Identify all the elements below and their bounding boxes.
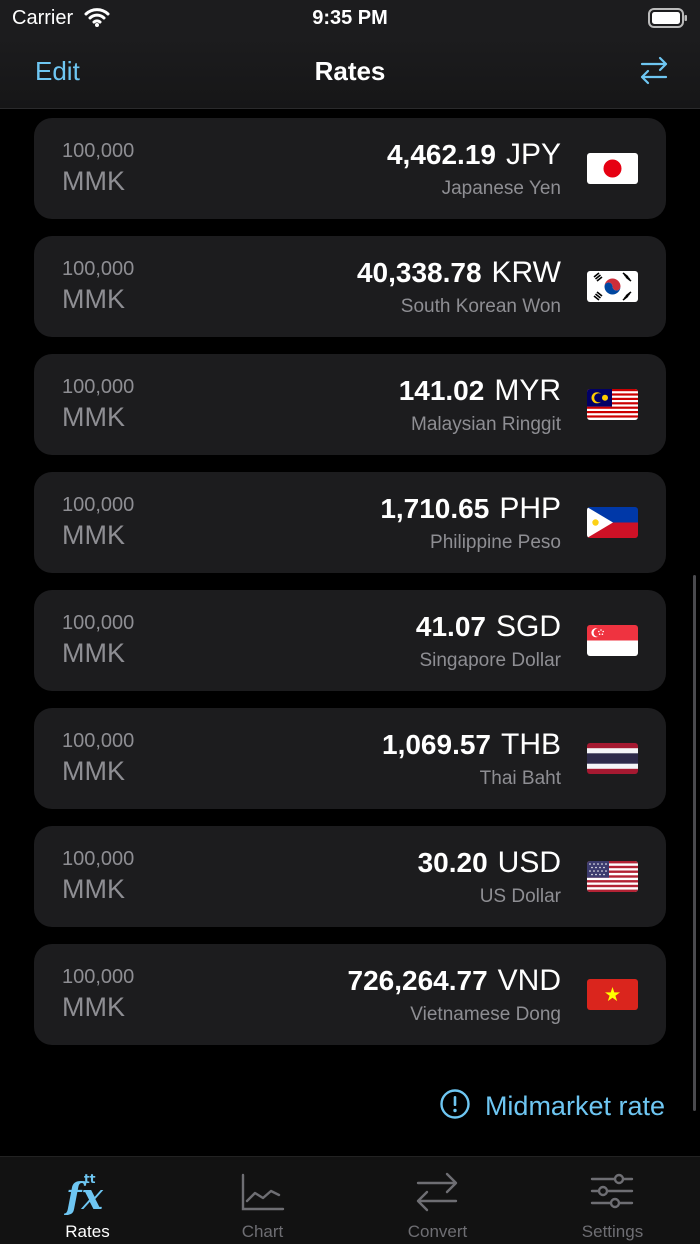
rate-main: 726,264.77 VND: [348, 964, 561, 998]
base-currency-code: MMK: [62, 402, 125, 432]
rate-main: 1,069.57 THB: [382, 728, 561, 762]
rate-currency-name: Japanese Yen: [441, 178, 561, 199]
rate-value: 1,710.65: [380, 493, 490, 524]
convert-arrows-icon: [412, 1169, 462, 1215]
tab-label: Settings: [581, 1222, 644, 1241]
base-currency-code: MMK: [62, 166, 125, 196]
base-amount: 100,000: [62, 730, 135, 752]
malaysia-flag-icon: [587, 389, 638, 420]
base-amount: 100,000: [62, 966, 135, 988]
base-currency-code: MMK: [62, 284, 125, 314]
tab-label: Rates: [65, 1222, 110, 1241]
rate-main: 30.20 USD: [418, 846, 561, 880]
rate-currency-code: THB: [501, 728, 561, 761]
rate-main: 4,462.19 JPY: [387, 138, 561, 172]
rates-content: 100,000 MMK 4,462.19 JPY Japanese Yen 100…: [0, 109, 700, 1156]
rate-currency-code: KRW: [491, 256, 561, 289]
navigation-bar: Edit Rates: [0, 36, 700, 109]
rate-currency-name: Philippine Peso: [430, 532, 561, 553]
rate-row-krw[interactable]: 100,000 MMK 40,338.78 KRW South Korean Wo…: [34, 236, 666, 337]
rate-main: 141.02 MYR: [399, 374, 561, 408]
tab-chart[interactable]: Chart: [175, 1157, 350, 1244]
base-amount: 100,000: [62, 140, 135, 162]
usa-flag-icon: [587, 861, 638, 892]
base-currency-code: MMK: [62, 638, 125, 668]
rate-value: 30.20: [417, 847, 488, 878]
svg-text:tt: tt: [84, 1172, 96, 1186]
philippines-flag-icon: [587, 507, 638, 538]
rate-value: 1,069.57: [382, 729, 491, 760]
tab-label: Chart: [241, 1222, 284, 1241]
rate-list: 100,000 MMK 4,462.19 JPY Japanese Yen 100…: [34, 118, 666, 1062]
tab-rates[interactable]: fx tt Rates: [0, 1157, 175, 1244]
rate-value: 4,462.19: [386, 139, 496, 170]
tab-convert[interactable]: Convert: [350, 1157, 525, 1244]
sliders-icon: [587, 1169, 637, 1215]
base-currency-code: MMK: [62, 520, 125, 550]
fx-icon: fx tt: [62, 1169, 112, 1218]
base-amount: 100,000: [62, 612, 135, 634]
rate-currency-name: Vietnamese Dong: [410, 1004, 561, 1025]
base-amount: 100,000: [62, 848, 135, 870]
rate-currency-name: Thai Baht: [479, 768, 561, 789]
base-amount: 100,000: [62, 376, 135, 398]
rate-main: 1,710.65 PHP: [380, 492, 561, 526]
rate-row-vnd[interactable]: 100,000 MMK 726,264.77 VND Vietnamese Don…: [34, 944, 666, 1045]
rate-currency-code: SGD: [495, 610, 561, 643]
status-bar: Carrier 9:35 PM: [0, 0, 700, 36]
rate-currency-code: JPY: [505, 138, 561, 171]
vietnam-flag-icon: [587, 979, 638, 1010]
rate-row-myr[interactable]: 100,000 MMK 141.02 MYR Malaysian Ringgit: [34, 354, 666, 455]
south-korea-flag-icon: [587, 271, 638, 302]
base-currency-code: MMK: [62, 756, 125, 786]
japan-flag-icon: [587, 153, 638, 184]
rate-row-sgd[interactable]: 100,000 MMK 41.07 SGD Singapore Dollar: [34, 590, 666, 691]
rate-row-usd[interactable]: 100,000 MMK 30.20 USD US Dollar: [34, 826, 666, 927]
base-amount: 100,000: [62, 258, 135, 280]
swap-icon[interactable]: [640, 54, 668, 91]
midmarket-rate-label: Midmarket rate: [484, 1091, 665, 1121]
scrollbar[interactable]: [693, 575, 696, 1111]
rate-value: 40,338.78: [356, 257, 482, 288]
rate-main: 41.07 SGD: [416, 610, 561, 644]
rate-currency-name: South Korean Won: [400, 296, 561, 317]
rate-currency-name: Singapore Dollar: [419, 650, 561, 671]
battery-icon: [648, 8, 688, 33]
tab-settings[interactable]: Settings: [525, 1157, 700, 1244]
rate-currency-code: VND: [497, 964, 561, 997]
rate-currency-name: US Dollar: [479, 886, 561, 907]
page-title: Rates: [314, 56, 386, 86]
thailand-flag-icon: [587, 743, 638, 774]
rate-currency-code: USD: [497, 846, 561, 879]
rate-value: 726,264.77: [347, 965, 488, 996]
base-amount: 100,000: [62, 494, 135, 516]
singapore-flag-icon: [587, 625, 638, 656]
rate-currency-code: MYR: [494, 374, 561, 407]
tab-bar: fx tt Rates Chart Convert Settings: [0, 1156, 700, 1244]
base-currency-code: MMK: [62, 992, 125, 1022]
base-currency-code: MMK: [62, 874, 125, 904]
chart-icon: [237, 1169, 287, 1215]
rate-row-jpy[interactable]: 100,000 MMK 4,462.19 JPY Japanese Yen: [34, 118, 666, 219]
tab-label: Convert: [407, 1222, 468, 1241]
rate-value: 141.02: [398, 375, 485, 406]
status-time: 9:35 PM: [312, 7, 388, 29]
rate-main: 40,338.78 KRW: [357, 256, 561, 290]
rate-currency-code: PHP: [499, 492, 561, 525]
midmarket-rate-button[interactable]: Midmarket rate: [439, 1088, 665, 1125]
rate-value: 41.07: [415, 611, 486, 642]
rate-row-php[interactable]: 100,000 MMK 1,710.65 PHP Philippine Peso: [34, 472, 666, 573]
rate-currency-name: Malaysian Ringgit: [411, 414, 561, 435]
info-icon: [439, 1088, 471, 1125]
rate-row-thb[interactable]: 100,000 MMK 1,069.57 THB Thai Baht: [34, 708, 666, 809]
